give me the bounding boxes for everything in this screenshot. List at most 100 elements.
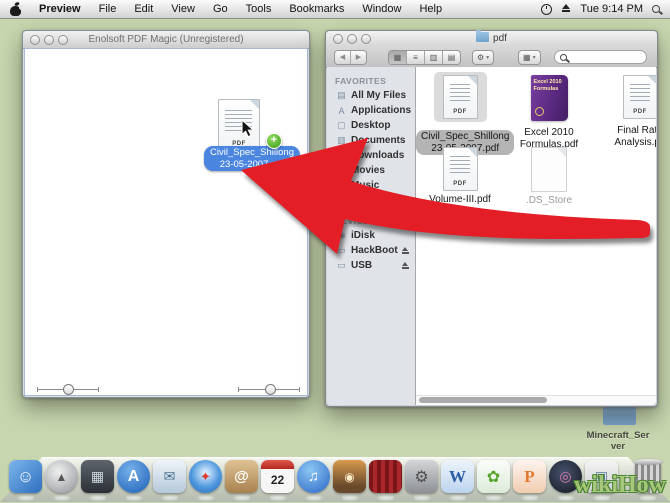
- back-button[interactable]: ◀: [335, 51, 350, 64]
- finder-traffic-lights: [333, 34, 375, 44]
- dragged-file-name-line1: Civil_Spec_Shillong: [210, 147, 294, 158]
- apple-menu-icon[interactable]: [10, 3, 22, 16]
- sidebar-label: Music: [351, 180, 379, 191]
- minecraft-server-folder-label: Minecraft_Server: [568, 430, 668, 452]
- menu-tools[interactable]: Tools: [237, 0, 281, 18]
- menu-app-name[interactable]: Preview: [30, 0, 90, 18]
- sidebar-label: Movies: [351, 165, 385, 176]
- blank-file-icon: [531, 147, 567, 192]
- pdf-icon-textlines: [630, 84, 650, 101]
- eject-icon[interactable]: [401, 262, 409, 270]
- sync-status-icon[interactable]: [541, 4, 552, 15]
- sidebar-item-usb[interactable]: ▭ USB: [327, 258, 415, 273]
- sidebar-label: Documents: [351, 135, 405, 146]
- zoom-button[interactable]: [361, 34, 371, 44]
- spotlight-icon[interactable]: [652, 5, 660, 13]
- sidebar-label: iDisk: [351, 230, 375, 241]
- app-store-dock-icon[interactable]: A: [117, 460, 150, 493]
- enolsoft-titlebar[interactable]: Enolsoft PDF Magic (Unregistered): [23, 31, 309, 49]
- excel-book-icon: Excel 2010 Formulas: [531, 75, 568, 121]
- icon-view-button[interactable]: ▦: [389, 51, 406, 64]
- sidebar-label: USB: [351, 260, 372, 271]
- menu-file[interactable]: File: [90, 0, 126, 18]
- eject-icon[interactable]: [402, 247, 410, 255]
- music-icon: ♪: [336, 181, 347, 191]
- menu-edit[interactable]: Edit: [125, 0, 162, 18]
- search-field[interactable]: [554, 50, 647, 64]
- sidebar-item-hackboot[interactable]: ▭ HackBoot: [327, 243, 415, 258]
- sidebar-item-desktop[interactable]: ▢ Desktop: [327, 118, 415, 133]
- sidebar-item-all-my-files[interactable]: ▤ All My Files: [327, 88, 415, 103]
- forward-button[interactable]: ▶: [350, 51, 366, 64]
- menu-bar-status: Tue 9:14 PM: [541, 3, 670, 15]
- menu-view[interactable]: View: [162, 0, 204, 18]
- left-zoom-slider[interactable]: [37, 389, 99, 390]
- left-zoom-slider-knob[interactable]: [63, 384, 74, 395]
- launchpad-dock-icon[interactable]: ▲: [45, 460, 78, 493]
- search-input[interactable]: [570, 51, 640, 63]
- sidebar-item-applications[interactable]: A Applications: [327, 103, 415, 118]
- desktop-icon: ▢: [336, 120, 347, 131]
- sidebar-label: Downloads: [351, 150, 404, 161]
- close-button[interactable]: [30, 35, 40, 45]
- file-excel-formulas-pdf[interactable]: Excel 2010 Formulas Excel 2010Formulas.p…: [505, 72, 593, 150]
- ical-dock-icon[interactable]: 22: [261, 460, 294, 493]
- minimize-button[interactable]: [44, 35, 54, 45]
- scrollbar-thumb[interactable]: [419, 397, 547, 403]
- file-volume-iii-pdf[interactable]: PDF Volume-III.pdf: [416, 147, 504, 206]
- menu-go[interactable]: Go: [204, 0, 237, 18]
- finder-titlebar[interactable]: pdf: [326, 31, 657, 47]
- pdf-file-icon: PDF: [443, 75, 478, 119]
- mission-control-dock-icon[interactable]: ▦: [81, 460, 114, 493]
- action-menu-button[interactable]: ⚙ ▾: [472, 50, 494, 65]
- sidebar-label: Pictures: [351, 195, 390, 206]
- sidebar-item-movies[interactable]: ▦ Movies: [327, 163, 415, 178]
- zoom-button[interactable]: [58, 35, 68, 45]
- enolsoft-traffic-lights: [30, 35, 72, 45]
- iphoto-dock-icon[interactable]: ◉: [333, 460, 366, 493]
- mouse-cursor-icon: [241, 119, 256, 138]
- folder-icon: [476, 32, 489, 42]
- list-view-button[interactable]: ≡: [406, 51, 424, 64]
- safari-dock-icon[interactable]: ✦: [189, 460, 222, 493]
- sidebar-item-pictures[interactable]: ▣ Pictures: [327, 193, 415, 208]
- file-civil-spec-pdf[interactable]: PDF Civil_Spec_Shillong23-05-2007.pdf: [416, 72, 504, 155]
- finder-dock-icon[interactable]: ☺: [9, 460, 42, 493]
- file-ds-store[interactable]: .DS_Store: [505, 147, 593, 207]
- close-button[interactable]: [333, 34, 343, 44]
- menu-help[interactable]: Help: [410, 0, 451, 18]
- sidebar-item-idisk[interactable]: ◉ iDisk: [327, 228, 415, 243]
- photo-booth-dock-icon[interactable]: [369, 460, 402, 493]
- messenger-dock-icon[interactable]: ✿: [477, 460, 510, 493]
- column-view-button[interactable]: ▥: [424, 51, 442, 64]
- chevron-down-icon: ▾: [533, 54, 536, 61]
- minimize-button[interactable]: [347, 34, 357, 44]
- sidebar-item-documents[interactable]: ▥ Documents: [327, 133, 415, 148]
- pdf-file-icon: PDF: [443, 147, 478, 191]
- file-final-rate-analysis-pdf[interactable]: PDF Final RateAnalysis.pd: [596, 72, 656, 148]
- menu-clock[interactable]: Tue 9:14 PM: [580, 3, 643, 15]
- horizontal-scrollbar[interactable]: [416, 395, 656, 405]
- menu-bookmarks[interactable]: Bookmarks: [280, 0, 353, 18]
- selected-icon-highlight: PDF: [434, 72, 487, 122]
- word-dock-icon[interactable]: W: [441, 460, 474, 493]
- finder-sidebar: FAVORITES ▤ All My Files A Applications …: [327, 67, 416, 405]
- right-zoom-slider[interactable]: [238, 389, 300, 390]
- sidebar-item-downloads[interactable]: ◎ Downloads: [327, 148, 415, 163]
- dock: ☺ ▲ ▦ A ✉ ✦ @ 22 ♫ ◉ ⚙ W ✿ P ◎ ▣: [0, 460, 670, 493]
- chevron-down-icon: ▾: [486, 54, 489, 61]
- sidebar-item-music[interactable]: ♪ Music: [327, 178, 415, 193]
- itunes-dock-icon[interactable]: ♫: [297, 460, 330, 493]
- menu-window[interactable]: Window: [353, 0, 410, 18]
- eject-menu-icon[interactable]: [561, 4, 571, 14]
- mail-dock-icon[interactable]: ✉: [153, 460, 186, 493]
- address-book-dock-icon[interactable]: @: [225, 460, 258, 493]
- movies-icon: ▦: [336, 165, 347, 176]
- system-preferences-dock-icon[interactable]: ⚙: [405, 460, 438, 493]
- arrange-menu-button[interactable]: ▦ ▾: [518, 50, 541, 65]
- right-zoom-slider-knob[interactable]: [265, 384, 276, 395]
- pdf-icon-tag: PDF: [444, 109, 477, 115]
- coverflow-view-button[interactable]: ▤: [442, 51, 460, 64]
- powerpoint-dock-icon[interactable]: P: [513, 460, 546, 493]
- idisk-icon: ◉: [336, 230, 347, 241]
